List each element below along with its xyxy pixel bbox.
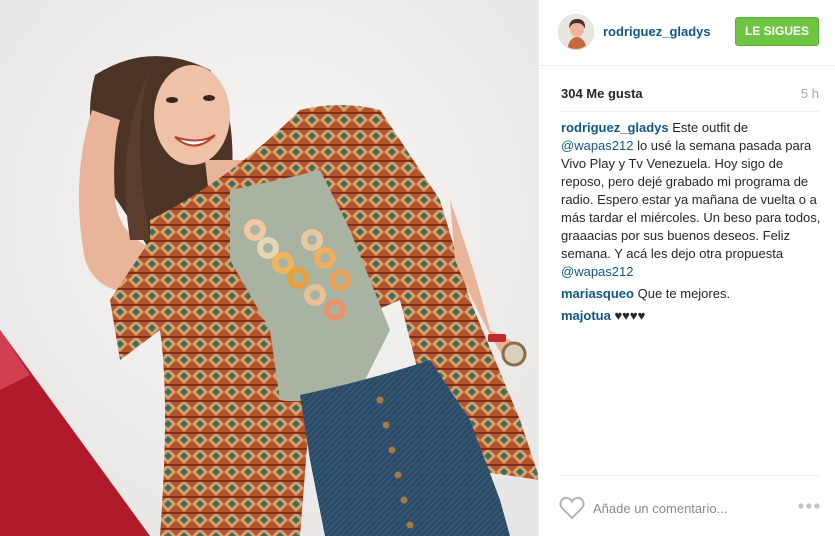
add-comment-row [559, 493, 821, 521]
comment-username[interactable]: majotua [561, 308, 611, 323]
heart-icon[interactable] [559, 496, 585, 520]
following-button[interactable]: LE SIGUES [735, 17, 819, 46]
caption-username[interactable]: rodriguez_gladys [561, 120, 669, 135]
comment-username[interactable]: mariasqueo [561, 286, 634, 301]
username-link[interactable]: rodriguez_gladys [603, 24, 711, 39]
caption-mention-1[interactable]: @wapas212 [561, 138, 633, 153]
likes-row: 304 Me gusta 5 h [561, 86, 819, 102]
caption-text-2: lo usé la semana pasada para Vivo Play y… [561, 138, 821, 261]
comment-text: Que te mejores. [633, 286, 731, 301]
post-header: rodriguez_gladys LE SIGUES [539, 0, 835, 66]
post-time[interactable]: 5 h [801, 86, 819, 101]
list-item: majotua ♥♥♥♥ [561, 307, 823, 325]
caption-mention-2[interactable]: @wapas212 [561, 264, 633, 279]
caption: rodriguez_gladys Este outfit de @wapas21… [561, 119, 823, 281]
post-details-panel: rodriguez_gladys LE SIGUES 304 Me gusta … [538, 0, 835, 536]
list-item: mariasqueo Que te mejores. [561, 285, 823, 303]
divider [561, 111, 819, 112]
avatar[interactable] [558, 14, 594, 50]
post-photo [0, 0, 538, 536]
divider [561, 475, 819, 476]
caption-text-1: Este outfit de [668, 120, 749, 135]
comments-list: rodriguez_gladys Este outfit de @wapas21… [561, 119, 823, 329]
likes-count[interactable]: 304 Me gusta [561, 86, 643, 101]
comment-text: ♥♥♥♥ [610, 308, 646, 323]
more-options-icon[interactable] [797, 502, 821, 510]
comment-input[interactable] [593, 497, 783, 519]
